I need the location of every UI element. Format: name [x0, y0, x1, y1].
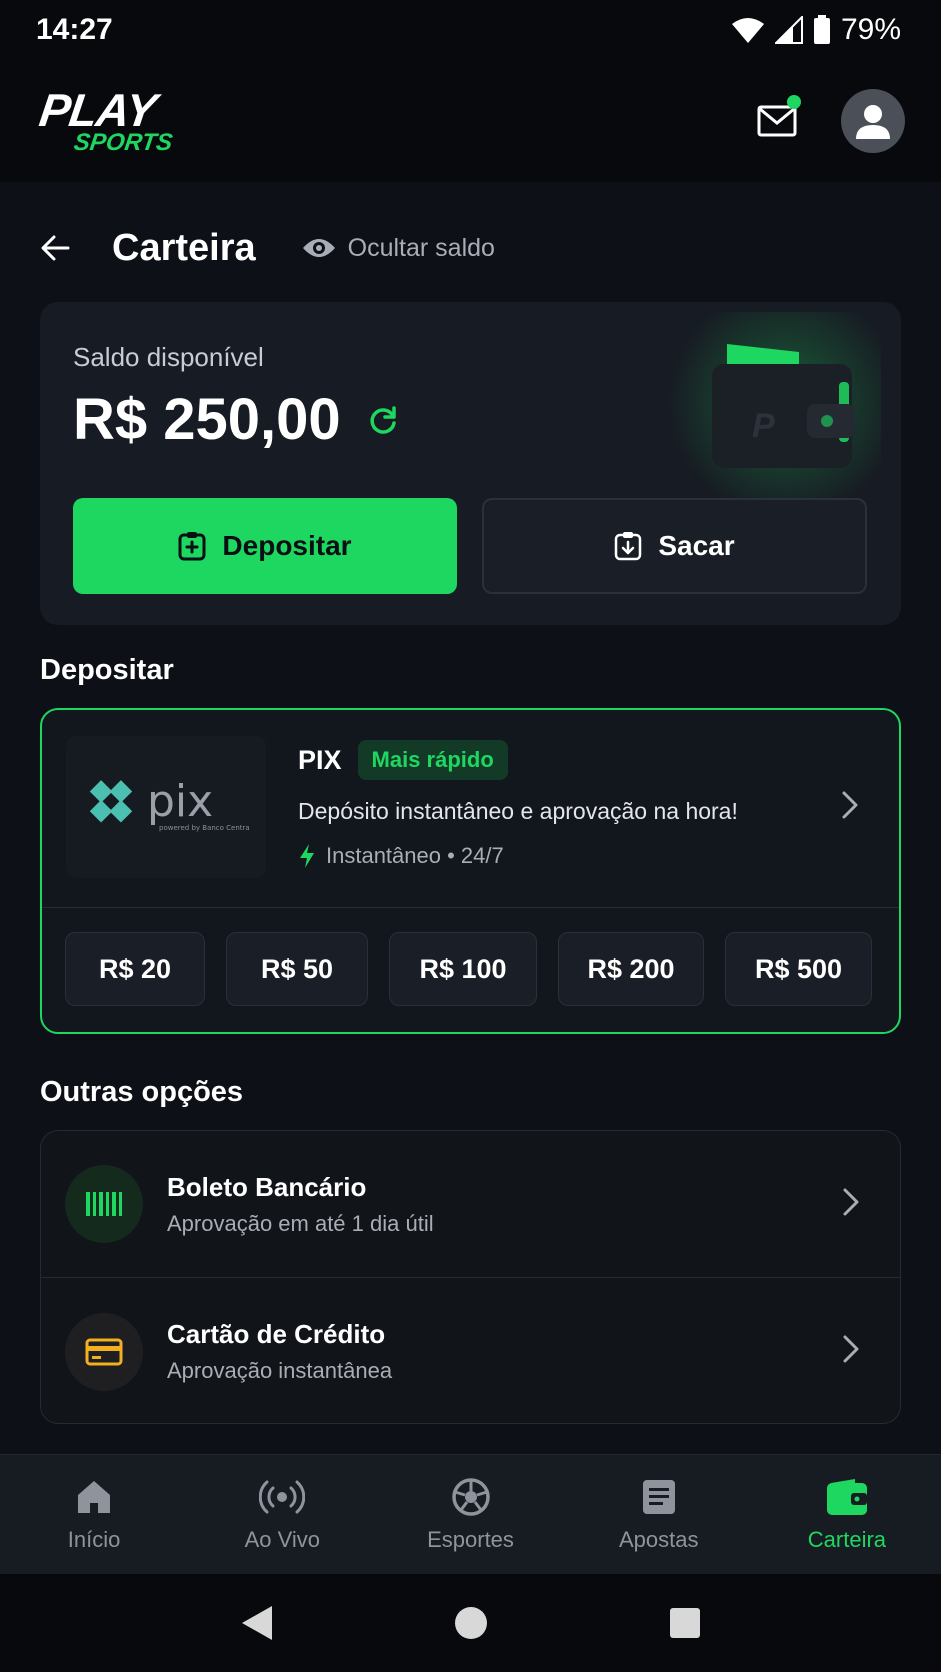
lightning-icon — [300, 844, 314, 868]
pix-card[interactable]: pix powered by Banco Central PIX Mais rá… — [40, 708, 901, 1034]
nav-item-wallet[interactable]: Carteira — [753, 1455, 941, 1574]
nav-item-sports[interactable]: Esportes — [376, 1455, 564, 1574]
page-title: Carteira — [112, 226, 256, 269]
nav-item-live[interactable]: Ao Vivo — [188, 1455, 376, 1574]
nav-item-bets[interactable]: Apostas — [565, 1455, 753, 1574]
bets-icon — [642, 1479, 675, 1514]
nav-label: Carteira — [807, 1526, 887, 1552]
system-home-icon[interactable] — [454, 1606, 488, 1640]
chevron-right-icon — [843, 1335, 859, 1363]
pix-name-row: PIX Mais rápido — [298, 740, 738, 780]
option-credit-card-text: Cartão de Crédito Aprovação instantânea — [167, 1319, 392, 1384]
battery-percent: 79% — [840, 13, 901, 46]
quick-amounts: R$ 20 R$ 50 R$ 100 R$ 200 R$ 500 — [65, 932, 872, 1006]
nav-label: Esportes — [427, 1526, 514, 1552]
live-icon — [259, 1480, 306, 1513]
option-credit-card[interactable]: Cartão de Crédito Aprovação instantânea — [41, 1278, 900, 1423]
credit-card-icon-wrap — [65, 1312, 143, 1391]
hide-balance-toggle[interactable]: Ocultar saldo — [302, 234, 495, 263]
notification-dot — [787, 95, 801, 109]
nav-label: Ao Vivo — [244, 1526, 321, 1552]
pix-logo-text: pix — [147, 776, 213, 827]
avatar[interactable] — [841, 89, 905, 153]
user-icon — [856, 105, 890, 139]
pix-info: PIX Mais rápido Depósito instantâneo e a… — [298, 740, 738, 869]
other-options-title: Outras opções — [40, 1076, 244, 1108]
arrow-left-icon — [41, 235, 70, 261]
ball-icon — [451, 1477, 490, 1516]
status-bar: 14:27 79% — [0, 0, 941, 60]
wallet-illustration: P — [712, 344, 855, 468]
balance-actions: Depositar Sacar — [73, 498, 867, 594]
other-options-card: Boleto Bancário Aprovação em até 1 dia ú… — [40, 1130, 901, 1424]
withdraw-label: Sacar — [658, 530, 735, 561]
battery-icon — [813, 15, 830, 44]
eye-icon — [302, 239, 335, 257]
option-boleto-text: Boleto Bancário Aprovação em até 1 dia ú… — [167, 1172, 434, 1237]
signal-icon — [774, 16, 803, 44]
pix-logo-subtext: powered by Banco Central — [159, 824, 249, 832]
home-icon — [78, 1480, 111, 1513]
barcode-icon-wrap — [65, 1165, 143, 1243]
pix-meta: Instantâneo • 24/7 — [298, 843, 738, 869]
page-head: Carteira Ocultar saldo — [40, 218, 901, 278]
pix-card-header: pix powered by Banco Central PIX Mais rá… — [42, 710, 899, 908]
hide-balance-label: Ocultar saldo — [347, 233, 495, 262]
deposit-label: Depositar — [222, 530, 352, 561]
nav-label: Início — [67, 1526, 121, 1552]
pix-logo: pix powered by Banco Central — [66, 736, 266, 878]
amount-button-50[interactable]: R$ 50 — [226, 932, 368, 1006]
option-subtitle: Aprovação instantânea — [167, 1358, 393, 1383]
system-back-icon[interactable] — [240, 1604, 274, 1642]
back-button[interactable] — [40, 223, 90, 273]
status-time: 14:27 — [36, 13, 113, 46]
logo-play-text: PLAY — [36, 84, 159, 136]
mail-icon — [757, 105, 797, 137]
deposit-button[interactable]: Depositar — [73, 498, 457, 594]
option-title: Boleto Bancário — [167, 1171, 367, 1202]
pix-description: Depósito instantâneo e aprovação na hora… — [298, 798, 738, 824]
pix-logo-icon: pix powered by Banco Central — [89, 776, 249, 832]
withdraw-icon — [615, 532, 642, 561]
balance-value: R$ 250,00 — [73, 387, 341, 452]
amount-button-100[interactable]: R$ 100 — [389, 932, 537, 1006]
status-indicators: 79% — [731, 13, 901, 47]
option-boleto[interactable]: Boleto Bancário Aprovação em até 1 dia ú… — [41, 1131, 900, 1278]
chevron-right-icon — [843, 1188, 859, 1216]
balance-label: Saldo disponível — [73, 342, 264, 372]
deposit-section-title: Depositar — [40, 654, 174, 686]
play-sports-logo[interactable]: PLAY SPORTS — [36, 84, 175, 156]
system-nav — [0, 1574, 941, 1672]
deposit-icon — [178, 532, 206, 561]
amount-button-20[interactable]: R$ 20 — [65, 932, 205, 1006]
chevron-right-icon — [842, 791, 858, 819]
svg-text:P: P — [752, 407, 775, 445]
nav-label: Apostas — [618, 1526, 699, 1552]
system-recents-icon[interactable] — [669, 1607, 701, 1639]
amount-button-200[interactable]: R$ 200 — [558, 932, 704, 1006]
fastest-badge: Mais rápido — [357, 740, 508, 780]
amount-button-500[interactable]: R$ 500 — [725, 932, 872, 1006]
credit-card-icon — [85, 1338, 123, 1365]
messages-button[interactable] — [753, 95, 801, 141]
option-subtitle: Aprovação em até 1 dia útil — [167, 1210, 434, 1236]
wallet-icon — [826, 1478, 867, 1515]
balance-card: Saldo disponível R$ 250,00 P Depositar S… — [40, 302, 901, 625]
pix-meta-text: Instantâneo • 24/7 — [326, 843, 504, 868]
app-header: PLAY SPORTS — [0, 60, 941, 182]
balance-row: R$ 250,00 — [73, 386, 399, 453]
wifi-icon — [731, 18, 764, 43]
pix-name: PIX — [298, 744, 342, 775]
refresh-icon[interactable] — [367, 404, 399, 436]
header-actions — [753, 89, 905, 153]
nav-item-home[interactable]: Início — [0, 1455, 188, 1574]
logo-sports-text: SPORTS — [72, 129, 175, 156]
withdraw-button[interactable]: Sacar — [482, 498, 867, 594]
bottom-nav: Início Ao Vivo Esportes Apostas Carteira — [0, 1454, 941, 1574]
option-title: Cartão de Crédito — [167, 1319, 386, 1349]
barcode-icon — [86, 1192, 122, 1216]
